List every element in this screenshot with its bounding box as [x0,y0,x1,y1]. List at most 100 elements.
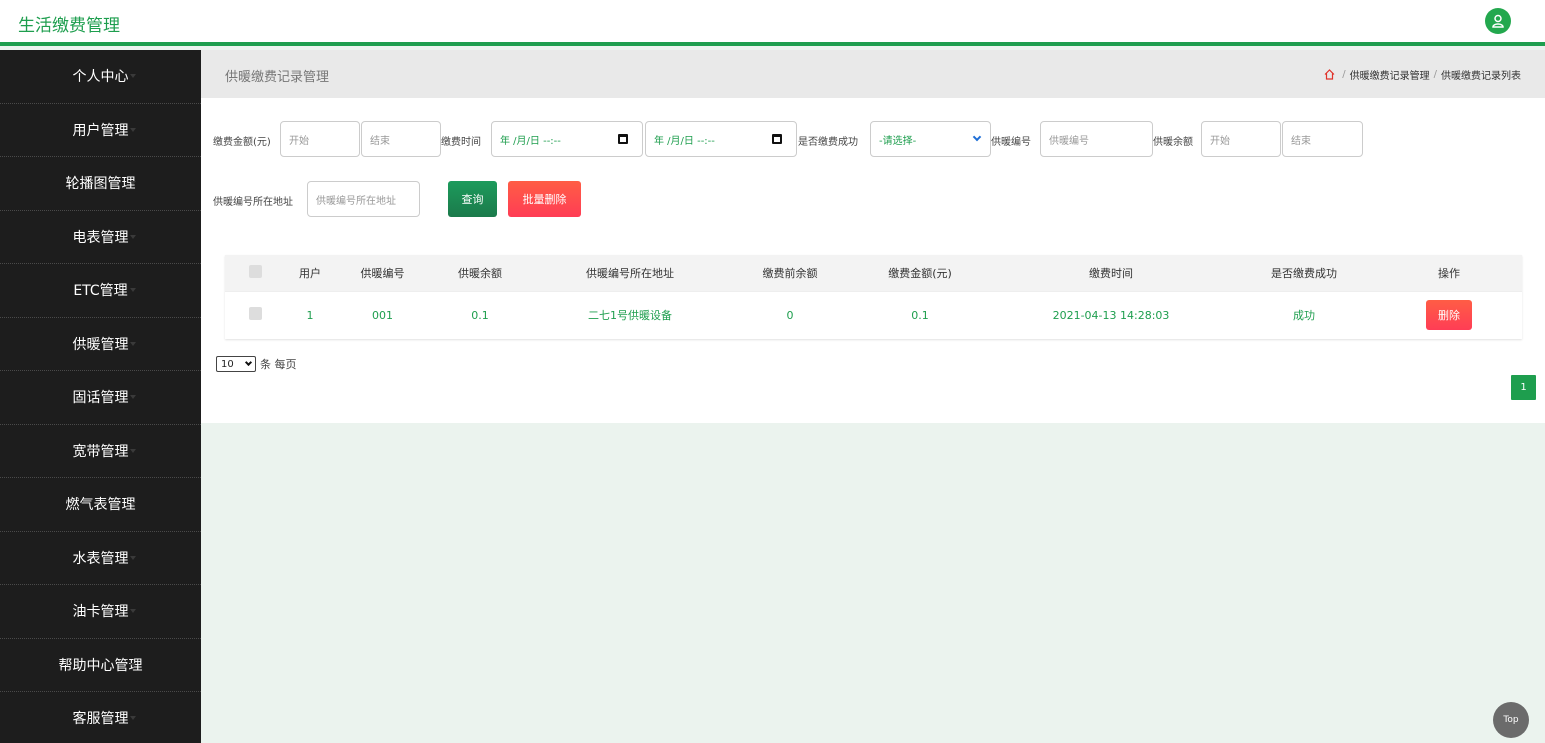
code-input[interactable]: 供暖编号 [1040,121,1153,157]
header-bar: 供暖缴费记录管理 / 供暖缴费记录管理 / 供暖缴费记录列表 [201,50,1545,98]
delete-row-button[interactable]: 删除 [1426,300,1472,331]
caret-down-icon [129,341,136,346]
caret-down-icon [129,288,136,293]
caret-down-icon [129,609,136,614]
cell-amount: 0.1 [850,290,990,339]
success-select[interactable]: -请选择- [870,121,991,157]
home-icon[interactable] [1324,69,1335,80]
cell-success: 成功 [1232,290,1376,339]
page-size-control: 10 条 每页 [216,356,297,372]
page-size-value: 10 [221,358,234,370]
col-header-address: 供暖编号所在地址 [530,255,730,291]
sidebar-item-users[interactable]: 用户管理 [0,104,201,157]
amount-label: 缴费金额(元) [213,137,271,148]
row-checkbox[interactable] [248,307,262,321]
sidebar-item-label: 电表管理 [72,229,129,246]
caret-down-icon [129,716,136,721]
page-number-button[interactable]: 1 [1511,375,1536,400]
calendar-icon[interactable] [618,134,628,144]
chevron-down-icon [244,358,253,367]
col-header-balance: 供暖余额 [430,255,530,291]
code-label: 供暖编号 [991,137,1031,148]
date-start-input[interactable]: 年 /月/日 --:-- [491,121,643,157]
cell-code: 001 [335,290,430,339]
col-header-action: 操作 [1376,255,1522,291]
date-end-placeholder: 年 /月/日 --:-- [654,135,715,147]
caret-down-icon [129,234,136,239]
breadcrumb: / 供暖缴费记录管理 / 供暖缴费记录列表 [1324,67,1521,82]
sidebar-item-heating[interactable]: 供暖管理 [0,318,201,371]
amount-start-input[interactable]: 开始 [280,121,360,157]
app-title: 生活缴费管理 [18,16,120,36]
user-icon [1492,14,1504,28]
amount-end-input[interactable]: 结束 [361,121,441,157]
sidebar-item-fuel-card[interactable]: 油卡管理 [0,585,201,639]
sidebar-item-customer-service[interactable]: 客服管理 [0,692,201,743]
top-bar: 生活缴费管理 [0,0,1545,46]
col-header-user: 用户 [285,255,335,291]
main-panel: 供暖缴费记录管理 / 供暖缴费记录管理 / 供暖缴费记录列表 缴费金额(元) 开… [201,50,1545,423]
sidebar-item-label: 固话管理 [72,390,129,407]
col-header-success: 是否缴费成功 [1232,255,1376,291]
calendar-icon[interactable] [772,134,782,144]
success-select-value: -请选择- [879,135,917,147]
page-size-suffix: 条 每页 [260,358,297,371]
col-header-amount: 缴费金额(元) [850,255,990,291]
breadcrumb-separator: / [1342,69,1346,80]
records-table: 用户 供暖编号 供暖余额 供暖编号所在地址 缴费前余额 缴费金额(元) 缴费时间… [225,255,1522,339]
search-button[interactable]: 查询 [448,181,497,217]
page-title: 供暖缴费记录管理 [225,70,330,85]
caret-down-icon [129,555,136,560]
breadcrumb-item-heating-records[interactable]: 供暖缴费记录管理 [1350,67,1430,82]
sidebar-item-gas-meter[interactable]: 燃气表管理 [0,478,201,532]
address-input[interactable]: 供暖编号所在地址 [307,181,420,217]
sidebar-item-label: 个人中心 [72,69,129,86]
col-header-time: 缴费时间 [990,255,1232,291]
row-select-cell[interactable] [225,290,285,339]
caret-down-icon [129,662,136,667]
sidebar-item-label: 宽带管理 [72,443,129,460]
balance-start-input[interactable]: 开始 [1201,121,1281,157]
user-avatar[interactable] [1485,8,1511,34]
sidebar-item-etc[interactable]: ETC管理 [0,264,201,318]
caret-down-icon [129,502,136,507]
batch-delete-button[interactable]: 批量删除 [508,181,581,217]
cell-balance: 0.1 [430,290,530,339]
caret-down-icon [129,181,136,186]
sidebar-item-carousel[interactable]: 轮播图管理 [0,157,201,211]
time-label: 缴费时间 [441,137,481,148]
caret-down-icon [129,395,136,400]
sidebar-item-water-meter[interactable]: 水表管理 [0,532,201,585]
back-to-top-button[interactable]: Top [1493,702,1529,738]
date-end-input[interactable]: 年 /月/日 --:-- [645,121,797,157]
sidebar-item-label: ETC管理 [73,283,128,300]
table-row: 1 001 0.1 二七1号供暖设备 0 0.1 2021-04-13 14:2… [225,290,1522,339]
date-start-placeholder: 年 /月/日 --:-- [500,135,561,147]
sidebar-item-label: 供暖管理 [72,336,129,353]
balance-label: 供暖余额 [1153,137,1193,148]
caret-down-icon [129,448,136,453]
caret-down-icon [129,74,136,79]
sidebar-item-landline[interactable]: 固话管理 [0,371,201,425]
page-size-select[interactable]: 10 [216,356,256,372]
sidebar-item-broadband[interactable]: 宽带管理 [0,425,201,478]
col-header-code: 供暖编号 [335,255,430,291]
cell-action: 删除 [1376,290,1522,339]
breadcrumb-item-heating-list: 供暖缴费记录列表 [1441,71,1521,82]
balance-end-input[interactable]: 结束 [1282,121,1363,157]
sidebar-item-label: 水表管理 [72,550,129,567]
sidebar-item-electric-meter[interactable]: 电表管理 [0,211,201,264]
select-all-cell[interactable] [225,255,285,291]
caret-down-icon [129,127,136,132]
sidebar-item-label: 用户管理 [72,122,129,139]
cell-before-balance: 0 [730,290,850,339]
cell-address: 二七1号供暖设备 [530,290,730,339]
sidebar-item-label: 客服管理 [72,711,129,728]
sidebar-item-personal-center[interactable]: 个人中心 [0,50,201,104]
sidebar-item-help-center[interactable]: 帮助中心管理 [0,639,201,692]
sidebar-item-label: 燃气表管理 [65,497,136,514]
col-header-before-balance: 缴费前余额 [730,255,850,291]
select-all-checkbox[interactable] [248,264,262,278]
table-header-row: 用户 供暖编号 供暖余额 供暖编号所在地址 缴费前余额 缴费金额(元) 缴费时间… [225,255,1522,291]
breadcrumb-separator: / [1433,69,1437,80]
